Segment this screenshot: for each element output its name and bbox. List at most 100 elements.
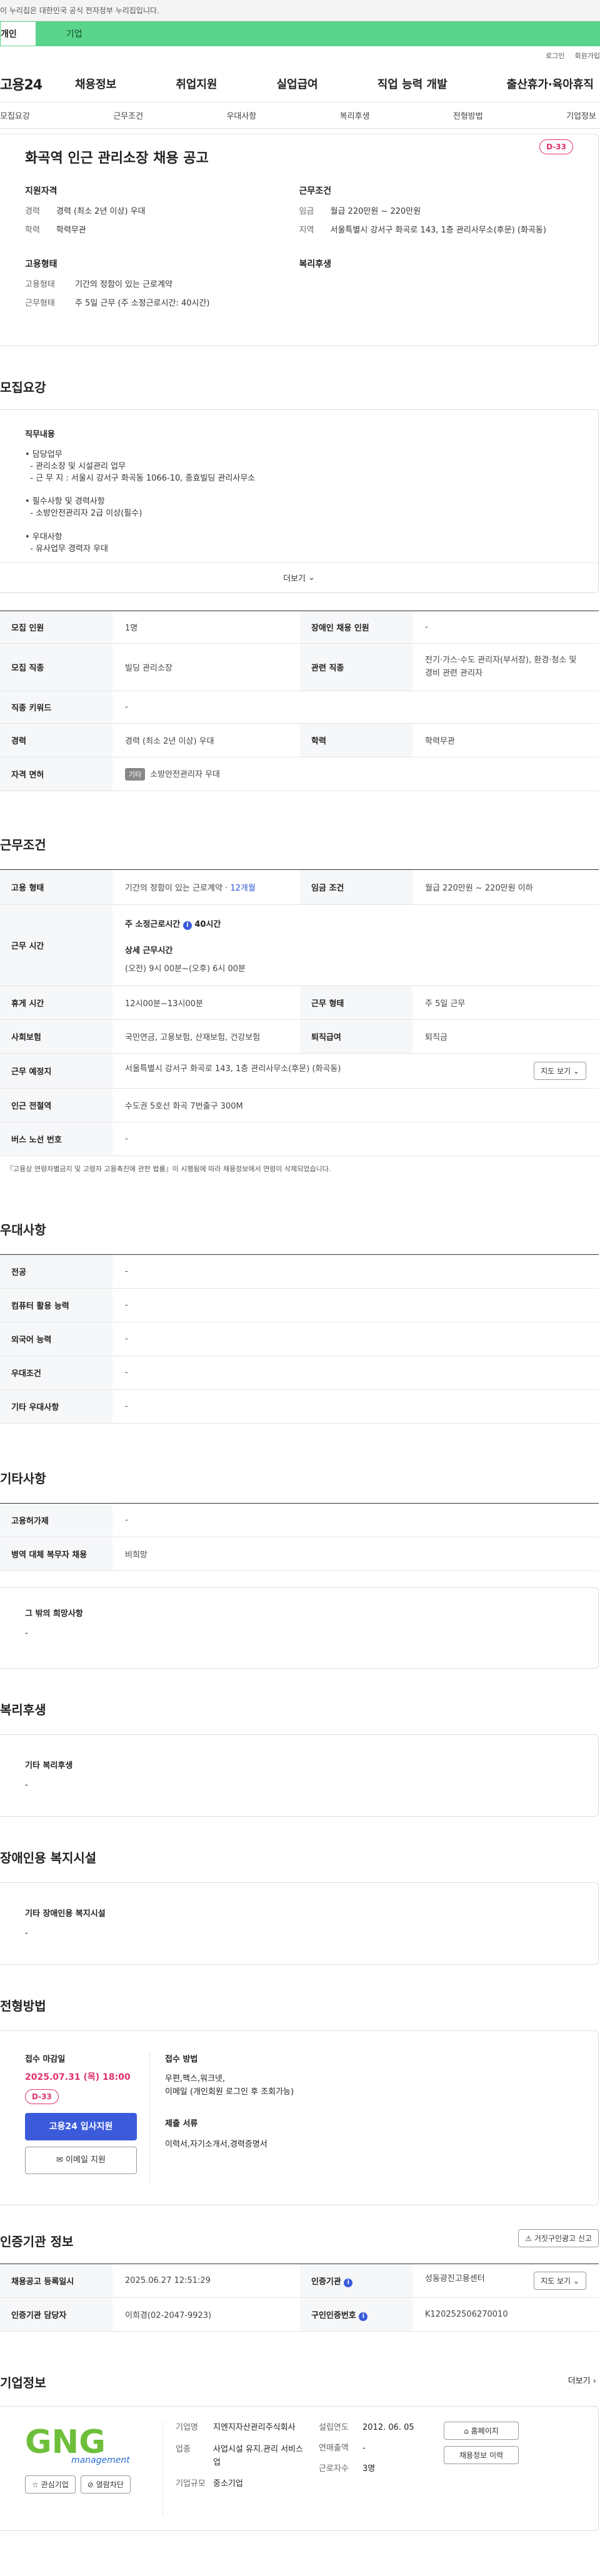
company-box: GNG management ☆ 관심기업 ⊘ 열람차단 기업명 지엔지자산관리주… <box>0 2406 599 2531</box>
deadline-col: 접수 마감일 2025.07.31 (목) 18:00 D-33 고용24 입사… <box>25 2052 150 2184</box>
top-links: 로그인 회원가입 <box>0 46 600 65</box>
value: 서울특별시 강서구 화곡로 143, 1층 관리사무소(후문) (화곡동) <box>125 1064 341 1074</box>
deadline-value: 2025.07.31 (목) 18:00 <box>25 2072 131 2082</box>
email-apply-button[interactable]: ✉ 이메일 지원 <box>25 2147 137 2174</box>
cert-org-cell: 성동광진고용센터 지도 보기 ⌄ <box>412 2264 599 2298</box>
work-section: 근무조건 고용 형태 기간의 정함이 있는 근로계약 · 12개월 임금 조건 … <box>0 835 600 1174</box>
detail-hours-label: 상세 근무시간 <box>125 946 173 956</box>
company-more-label: 더보기 <box>568 2377 591 2386</box>
disab-label: 기타 장애인용 복지시설 <box>25 1909 106 1919</box>
qual-title: 지원자격 <box>25 186 58 196</box>
subnav-selection[interactable]: 전형방법 <box>453 109 483 121</box>
info-icon[interactable]: i <box>344 2278 353 2287</box>
deadline-label: 접수 마감일 <box>25 2055 66 2064</box>
method-value-2: 이메일 (개인회원 로그인 후 조회가능) <box>165 2087 294 2097</box>
main-nav: 고용24 채용정보 취업지원 실업급여 직업 능력 개발 출산휴가·육아휴직 <box>0 65 600 102</box>
disab-heading: 장애인용 복지시설 <box>0 1850 97 1865</box>
homepage-button[interactable]: ⌂ 홈페이지 <box>444 2422 519 2440</box>
tab-company[interactable]: 기업 <box>36 21 600 46</box>
label: 경력 <box>0 723 112 757</box>
label: 근무형태 <box>25 298 55 308</box>
etc-section: 기타사항 고용허가제 - 병역 대체 복무자 채용 비희망 그 밖의 희망사항 - <box>0 1469 600 1669</box>
report-label: 거짓구인광고 신고 <box>534 2234 592 2243</box>
nav-employment-support[interactable]: 취업지원 <box>176 76 217 92</box>
value: 주 5일 근무 <box>412 986 599 1020</box>
selection-box: 접수 마감일 2025.07.31 (목) 18:00 D-33 고용24 입사… <box>0 2030 599 2205</box>
nav-unemployment-benefit[interactable]: 실업급여 <box>277 76 318 92</box>
subnav-recruit[interactable]: 모집요강 <box>0 109 30 121</box>
report-button[interactable]: ⚠ 거짓구인광고 신고 <box>518 2229 599 2247</box>
apply-button[interactable]: 고용24 입사지원 <box>25 2113 137 2140</box>
welfare-label: 기타 복리후생 <box>25 1761 73 1770</box>
label: 학력 <box>300 723 412 757</box>
duties-text: • 담당업무 - 관리소장 및 시설관리 업무 - 근 무 지 : 서울시 강서… <box>25 450 256 554</box>
nav-jobs[interactable]: 채용정보 <box>75 76 116 92</box>
label: 휴게 시간 <box>0 986 112 1020</box>
site-logo[interactable]: 고용24 <box>0 74 75 94</box>
welfare-section: 복리후생 기타 복리후생 - <box>0 1700 600 1817</box>
value: 3명 <box>362 2464 376 2474</box>
welfare-heading: 복리후생 <box>0 1702 46 1717</box>
map-button[interactable]: 지도 보기 ⌄ <box>534 1062 586 1080</box>
login-link[interactable]: 로그인 <box>546 51 564 61</box>
fav-label: 관심기업 <box>41 2480 69 2489</box>
label: 경력 <box>25 207 40 216</box>
value: 1명 <box>112 611 300 644</box>
value: - <box>112 1122 599 1156</box>
license-chip: 기타 <box>125 768 146 781</box>
nav-parental-leave[interactable]: 출산휴가·육아휴직 <box>507 76 594 92</box>
subnav-welfare[interactable]: 복리후생 <box>340 109 370 121</box>
value: - <box>412 611 599 644</box>
star-icon: ☆ <box>32 2480 39 2489</box>
label: 지역 <box>299 225 314 235</box>
nav-skill-development[interactable]: 직업 능력 개발 <box>378 76 448 92</box>
job-title: 화곡역 인근 관리소장 채용 공고 <box>25 151 209 166</box>
weekly-hours-label: 주 소정근로시간 <box>125 919 181 929</box>
subnav-company[interactable]: 기업정보 <box>566 109 596 121</box>
etc-heading: 기타사항 <box>0 1471 46 1486</box>
cert-org-label-cell: 인증기관 i <box>300 2264 412 2298</box>
welfare-box: 기타 복리후생 - <box>0 1734 599 1817</box>
tab-personal[interactable]: 개인 <box>0 21 36 46</box>
mail-icon: ✉ <box>56 2155 63 2165</box>
label: 기업명 <box>176 2423 198 2432</box>
subnav-pref[interactable]: 우대사항 <box>226 109 256 121</box>
block-company-button[interactable]: ⊘ 열람차단 <box>80 2475 131 2494</box>
method-col: 접수 방법 우편,팩스,워크넷, 이메일 (개인회원 로그인 후 조회가능) 제… <box>150 2052 573 2184</box>
cert-table: 채용공고 등록일시 2025.06.27 12:51:29 인증기관 i 성동광… <box>0 2264 599 2332</box>
value: 사업시설 유지.관리 서비스업 <box>213 2444 303 2467</box>
subnav-work[interactable]: 근무조건 <box>113 109 143 121</box>
value: 국민연금, 고용보험, 산재보험, 건강보험 <box>112 1019 300 1054</box>
info-icon[interactable]: i <box>359 2312 368 2321</box>
selection-section: 전형방법 접수 마감일 2025.07.31 (목) 18:00 D-33 고용… <box>0 1996 600 2205</box>
dday-badge: D-33 <box>25 2089 59 2104</box>
value: - <box>112 1389 599 1424</box>
cert-num-label-cell: 구인인증번호 i <box>300 2297 412 2332</box>
work-table: 고용 형태 기간의 정함이 있는 근로계약 · 12개월 임금 조건 월급 22… <box>0 869 599 1156</box>
label: 근로자수 <box>319 2464 349 2474</box>
home-icon: ⌂ <box>464 2427 469 2435</box>
jobs-history-button[interactable]: 채용정보 이력 <box>444 2446 519 2464</box>
cert-map-button[interactable]: 지도 보기 ⌄ <box>534 2272 586 2290</box>
label: 병역 대체 복무자 채용 <box>0 1537 112 1571</box>
cert-section: 인증기관 정보 ⚠ 거짓구인광고 신고 채용공고 등록일시 2025.06.27… <box>0 2229 600 2332</box>
value: 서울특별시 강서구 화곡로 143, 1층 관리사무소(후문) (화곡동) <box>330 225 546 235</box>
signup-link[interactable]: 회원가입 <box>575 51 600 61</box>
value: 경력 (최소 2년 이상) 우대 <box>56 207 146 216</box>
value: 12시00분~13시00분 <box>112 986 300 1020</box>
info-icon[interactable]: i <box>182 921 192 930</box>
company-more-link[interactable]: 더보기 › <box>568 2374 596 2386</box>
recruit-section: 모집요강 직무내용 • 담당업무 - 관리소장 및 시설관리 업무 - 근 무 … <box>0 377 600 791</box>
value: 빌딩 관리소장 <box>112 643 300 691</box>
label: 인증기관 <box>311 2277 341 2287</box>
label: 모집 직종 <box>0 643 112 691</box>
value: 성동광진고용센터 <box>425 2274 485 2284</box>
value: - <box>112 1288 599 1322</box>
pref-table: 전공 - 컴퓨터 활용 능력 - 외국어 능력 - 우대조건 - 기타 우대사항 - <box>0 1254 599 1424</box>
value: - <box>112 691 599 724</box>
fav-company-button[interactable]: ☆ 관심기업 <box>25 2475 76 2494</box>
label: 장애인 채용 인원 <box>300 611 412 644</box>
value: 경력 (최소 2년 이상) 우대 <box>112 723 300 757</box>
more-button[interactable]: 더보기 ⌄ <box>0 562 598 592</box>
contract-period: 12개월 <box>230 884 256 893</box>
